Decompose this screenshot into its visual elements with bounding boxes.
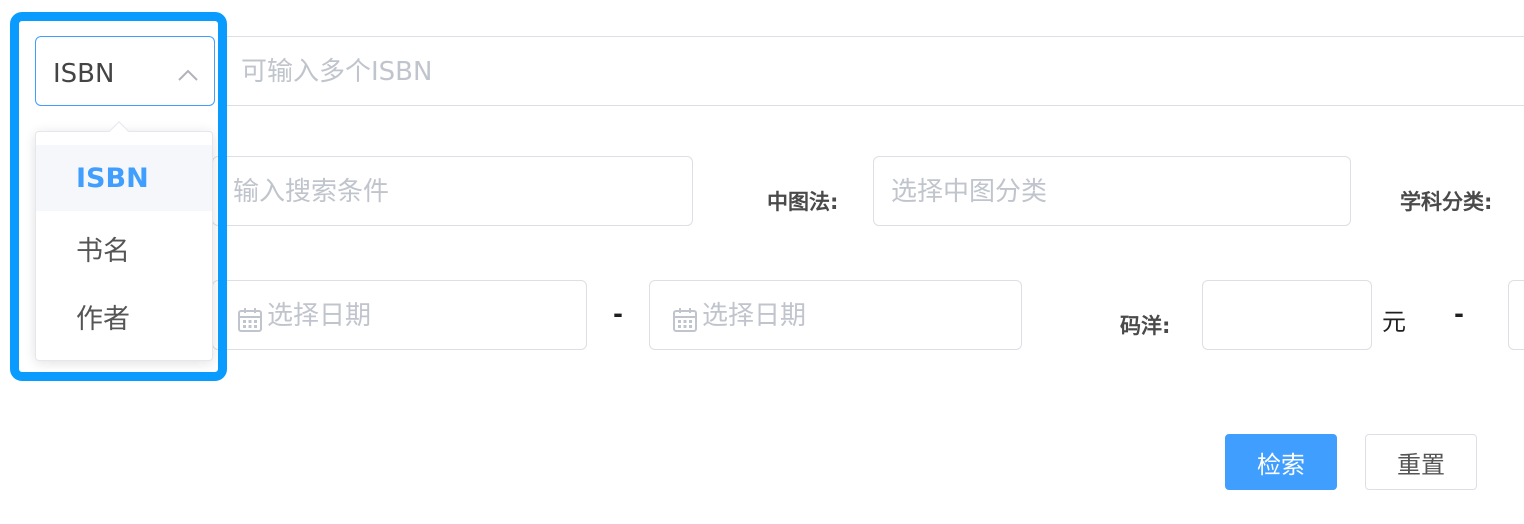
clc-category-select[interactable]: 选择中图分类 xyxy=(873,156,1351,226)
subject-label: 学科分类: xyxy=(1400,190,1493,214)
end-date-picker[interactable]: 选择日期 xyxy=(649,280,1022,350)
calendar-icon xyxy=(237,307,263,337)
price-unit: 元 xyxy=(1382,308,1406,336)
search-button[interactable]: 检索 xyxy=(1225,434,1337,490)
reset-button[interactable]: 重置 xyxy=(1365,434,1477,490)
price-min-input[interactable] xyxy=(1202,280,1372,350)
search-type-select[interactable]: ISBN xyxy=(35,36,215,106)
price-max-input[interactable] xyxy=(1508,280,1524,350)
clc-placeholder: 选择中图分类 xyxy=(891,177,1048,207)
isbn-search-placeholder: 可输入多个ISBN xyxy=(241,57,433,87)
date-range-separator: - xyxy=(613,300,623,328)
price-label: 码洋: xyxy=(1120,314,1171,338)
start-date-picker[interactable]: 选择日期 xyxy=(212,280,587,350)
dropdown-option-isbn[interactable]: ISBN xyxy=(36,145,212,211)
calendar-icon xyxy=(672,307,698,337)
search-type-dropdown: ISBN 书名 作者 xyxy=(35,131,213,361)
price-range-separator: - xyxy=(1454,300,1464,328)
clc-label: 中图法: xyxy=(767,190,839,214)
keyword-placeholder: 输入搜索条件 xyxy=(233,177,390,207)
chevron-up-icon[interactable] xyxy=(176,67,200,87)
search-type-selected-value: ISBN xyxy=(53,59,115,89)
isbn-search-input[interactable]: 可输入多个ISBN xyxy=(222,36,1524,106)
keyword-input[interactable]: 输入搜索条件 xyxy=(212,156,693,226)
start-date-placeholder: 选择日期 xyxy=(267,301,372,331)
end-date-placeholder: 选择日期 xyxy=(702,301,807,331)
dropdown-option-author[interactable]: 作者 xyxy=(36,283,212,349)
dropdown-option-title[interactable]: 书名 xyxy=(36,215,212,281)
